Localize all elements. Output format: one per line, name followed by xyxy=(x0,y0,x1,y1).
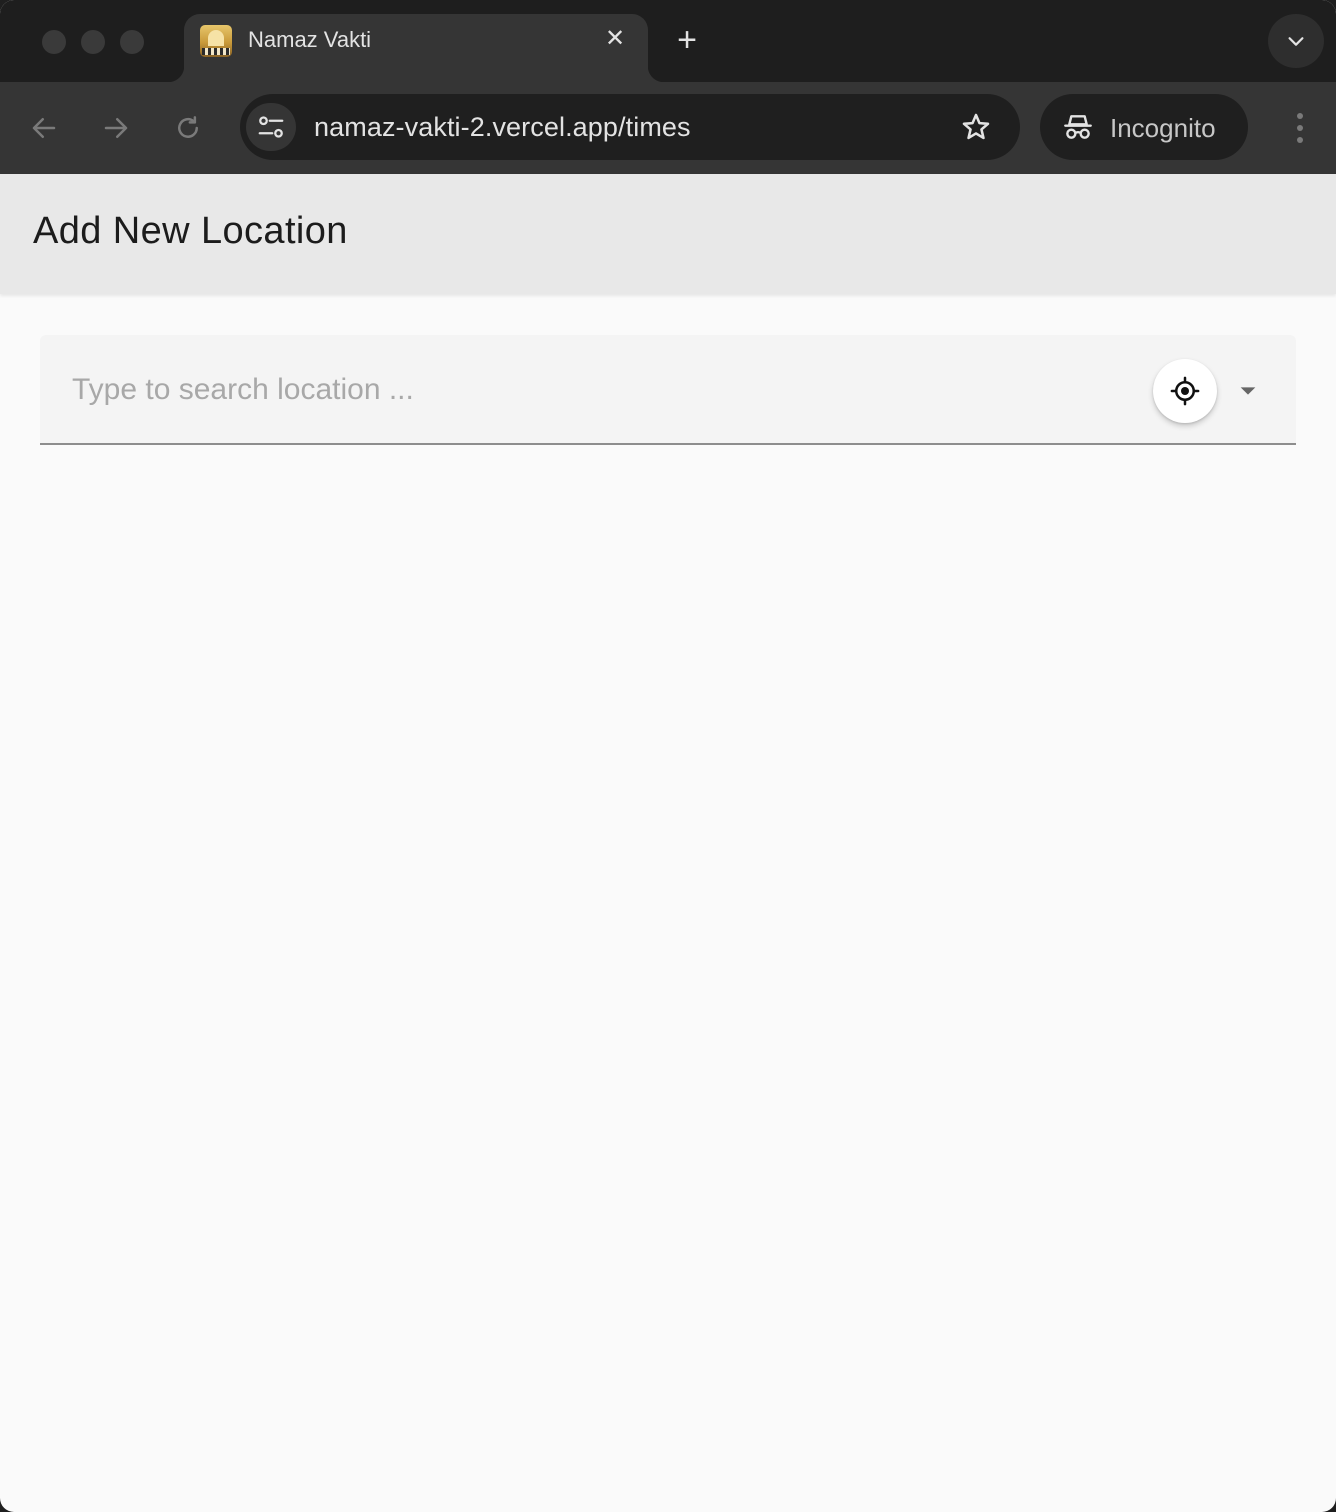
location-search-input[interactable] xyxy=(72,365,1132,415)
tab-strip: Namaz Vakti ✕ + xyxy=(0,0,1336,82)
window-controls xyxy=(42,30,144,54)
tab-title: Namaz Vakti xyxy=(248,27,372,52)
new-tab-button[interactable]: + xyxy=(668,22,706,60)
forward-button[interactable] xyxy=(94,106,138,150)
page-title: Add New Location xyxy=(33,210,348,252)
incognito-icon xyxy=(1064,115,1092,139)
more-vert-icon[interactable] xyxy=(1290,108,1310,148)
back-button[interactable] xyxy=(22,106,66,150)
minimize-window-button[interactable] xyxy=(81,30,105,54)
tab-close-icon[interactable]: ✕ xyxy=(600,24,630,54)
tune-icon xyxy=(258,116,284,138)
maximize-window-button[interactable] xyxy=(120,30,144,54)
my-location-icon xyxy=(1170,376,1200,406)
browser-window: Namaz Vakti ✕ + namaz-vakti-2.vercel.app… xyxy=(0,0,1336,1512)
arrow-left-icon xyxy=(32,118,56,138)
tab-search-button[interactable] xyxy=(1268,14,1324,68)
incognito-indicator[interactable]: Incognito xyxy=(1040,94,1248,160)
incognito-label: Incognito xyxy=(1110,113,1216,143)
site-info-button[interactable] xyxy=(246,103,296,151)
app-bar: Add New Location xyxy=(0,174,1336,294)
arrow-right-icon xyxy=(104,118,128,138)
browser-toolbar: namaz-vakti-2.vercel.app/times Incognito xyxy=(0,82,1336,174)
use-my-location-button[interactable] xyxy=(1153,359,1217,423)
url-text[interactable]: namaz-vakti-2.vercel.app/times xyxy=(314,112,691,143)
arrow-drop-down-icon xyxy=(1240,387,1256,395)
reload-icon xyxy=(178,116,198,138)
mosque-favicon-icon xyxy=(200,25,232,57)
tab-namaz-vakti[interactable]: Namaz Vakti ✕ xyxy=(168,14,664,82)
location-search-field[interactable] xyxy=(40,335,1296,445)
bookmark-star-icon[interactable] xyxy=(960,111,992,143)
dropdown-toggle-button[interactable] xyxy=(1232,375,1264,407)
reload-button[interactable] xyxy=(166,106,210,150)
close-window-button[interactable] xyxy=(42,30,66,54)
chevron-down-icon xyxy=(1288,37,1304,46)
address-bar[interactable]: namaz-vakti-2.vercel.app/times xyxy=(240,94,1020,160)
